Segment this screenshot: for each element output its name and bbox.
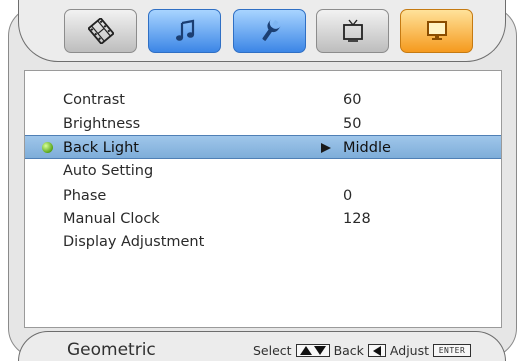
menu-item-label: Auto Setting <box>63 163 154 179</box>
tab-display[interactable] <box>400 9 473 53</box>
film-icon <box>87 18 114 44</box>
menu-item-label: Brightness <box>63 116 141 132</box>
back-hint-label: Back <box>333 343 364 358</box>
left-key-icon <box>367 344 386 357</box>
menu-item-value: Middle <box>343 140 391 156</box>
menu-row-display-adjustment[interactable]: Display Adjustment <box>25 230 501 254</box>
arrow-right-icon <box>321 143 331 153</box>
menu-item-label: Contrast <box>63 92 125 108</box>
menu-row-contrast[interactable]: Contrast 60 <box>25 88 501 112</box>
key-help: Select Back Adjust ENTER <box>253 343 471 358</box>
menu-item-label: Display Adjustment <box>63 234 205 250</box>
wrench-icon <box>257 19 283 43</box>
settings-panel: Contrast 60 Brightness 50 Back Light Mid… <box>24 70 502 328</box>
tab-setup[interactable] <box>233 9 306 53</box>
menu-item-value: 50 <box>343 116 362 132</box>
menu-item-value: 128 <box>343 211 371 227</box>
menu-row-auto-setting[interactable]: Auto Setting <box>25 159 501 183</box>
monitor-icon <box>424 19 450 43</box>
menu-row-manual-clock[interactable]: Manual Clock 128 <box>25 207 501 231</box>
tab-film[interactable] <box>64 9 137 53</box>
menu-title: Geometric <box>67 340 156 360</box>
osd-menu: Contrast 60 Brightness 50 Back Light Mid… <box>0 0 524 361</box>
select-hint-label: Select <box>253 343 292 358</box>
category-tab-bar <box>18 0 506 62</box>
adjust-hint-label: Adjust <box>389 343 429 358</box>
menu-row-brightness[interactable]: Brightness 50 <box>25 112 501 136</box>
menu-item-value: 0 <box>343 188 353 204</box>
tv-icon <box>340 18 366 44</box>
menu-row-phase[interactable]: Phase 0 <box>25 184 501 208</box>
menu-item-label: Phase <box>63 188 107 204</box>
tab-audio[interactable] <box>148 9 221 53</box>
status-bar: Geometric Select Back Adjust ENTER <box>18 331 506 361</box>
menu-item-label: Manual Clock <box>63 211 160 227</box>
menu-item-value: 60 <box>343 92 362 108</box>
up-down-keys-icon <box>295 344 330 357</box>
menu-row-back-light[interactable]: Back Light Middle <box>25 135 501 159</box>
menu-item-label: Back Light <box>63 140 139 156</box>
music-note-icon <box>174 19 196 43</box>
tab-tv[interactable] <box>316 9 389 53</box>
selection-bullet-icon <box>42 142 53 153</box>
enter-key-icon: ENTER <box>433 344 471 357</box>
